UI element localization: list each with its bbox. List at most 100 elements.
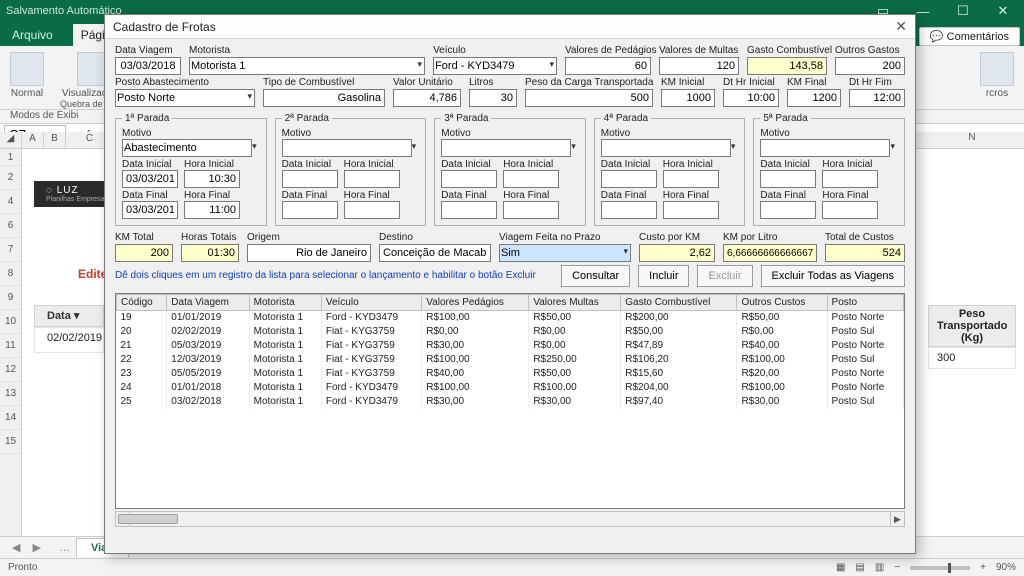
col-N[interactable]: N xyxy=(928,132,1016,143)
grid-header[interactable]: Código xyxy=(117,295,167,311)
row-4[interactable]: 4 xyxy=(0,190,21,214)
inp-pedagios[interactable] xyxy=(565,57,651,75)
inp-data-fim-4[interactable] xyxy=(601,201,657,219)
row-1[interactable]: 1 xyxy=(0,149,21,166)
grid-header[interactable]: Posto xyxy=(827,295,903,311)
table-row[interactable]: 2503/02/2018Motorista 1Ford - KYD3479R$3… xyxy=(117,395,904,409)
tab-nav-ellipsis[interactable]: … xyxy=(53,542,76,554)
inp-litros[interactable] xyxy=(469,89,517,107)
row-15[interactable]: 15 xyxy=(0,430,21,454)
sel-motivo-4[interactable] xyxy=(601,139,731,157)
grid-header[interactable]: Veículo xyxy=(321,295,421,311)
inp-peso-carga[interactable] xyxy=(525,89,653,107)
inp-hora-ini-2[interactable] xyxy=(344,170,400,188)
col-A[interactable]: A xyxy=(22,132,44,148)
zoom-in-icon[interactable]: + xyxy=(980,562,986,573)
grid-header[interactable]: Valores Multas xyxy=(529,295,621,311)
filter-icon[interactable]: ▾ xyxy=(74,310,80,322)
inp-dthr-fim[interactable] xyxy=(849,89,905,107)
inp-multas[interactable] xyxy=(659,57,739,75)
table-row[interactable]: 2401/01/2018Motorista 1Ford - KYD3479R$1… xyxy=(117,381,904,395)
inp-data-viagem[interactable] xyxy=(115,57,181,75)
window-close-icon[interactable]: ✕ xyxy=(988,3,1018,19)
table-row[interactable]: 2002/02/2019Motorista 1Fiat - KYG3759R$0… xyxy=(117,325,904,339)
consultar-button[interactable]: Consultar xyxy=(561,265,630,287)
row-2[interactable]: 2 xyxy=(0,166,21,190)
view-break-icon[interactable]: ▥ xyxy=(875,562,884,573)
inp-hora-ini-3[interactable] xyxy=(503,170,559,188)
scroll-right-icon[interactable]: ▶ xyxy=(890,512,904,526)
inp-origem[interactable] xyxy=(247,244,371,262)
ribbon-macros[interactable]: rcros xyxy=(980,52,1014,99)
scroll-thumb[interactable] xyxy=(118,514,178,524)
inp-custo-km[interactable] xyxy=(639,244,715,262)
inp-hora-ini-1[interactable] xyxy=(184,170,240,188)
sel-veiculo[interactable] xyxy=(433,57,557,75)
inp-hora-fim-5[interactable] xyxy=(822,201,878,219)
grid-header[interactable]: Outros Custos xyxy=(737,295,827,311)
inp-outros[interactable] xyxy=(835,57,905,75)
row-13[interactable]: 13 xyxy=(0,382,21,406)
view-normal-icon[interactable]: ▦ xyxy=(836,562,845,573)
grid-header[interactable]: Data Viagem xyxy=(167,295,249,311)
inp-data-ini-2[interactable] xyxy=(282,170,338,188)
inp-data-ini-1[interactable] xyxy=(122,170,178,188)
inp-data-ini-3[interactable] xyxy=(441,170,497,188)
dialog-titlebar[interactable]: Cadastro de Frotas ✕ xyxy=(105,15,915,39)
menu-arquivo[interactable]: Arquivo xyxy=(4,24,61,46)
table-row[interactable]: 2105/03/2019Motorista 1Fiat - KYG3759R$3… xyxy=(117,339,904,353)
row-8[interactable]: 8 xyxy=(0,262,21,286)
inp-hora-ini-5[interactable] xyxy=(822,170,878,188)
tab-nav-next-icon[interactable]: ▶ xyxy=(26,541,46,554)
sel-motivo-1[interactable] xyxy=(122,139,252,157)
inp-km-ini[interactable] xyxy=(661,89,715,107)
sel-motivo-3[interactable] xyxy=(441,139,571,157)
grid-header[interactable]: Gasto Combustível xyxy=(621,295,737,311)
inp-gasto-comb[interactable] xyxy=(747,57,827,75)
row-9[interactable]: 9 xyxy=(0,286,21,310)
incluir-button[interactable]: Incluir xyxy=(638,265,689,287)
window-maximize-icon[interactable]: ☐ xyxy=(948,3,978,19)
inp-hora-fim-1[interactable] xyxy=(184,201,240,219)
inp-horas-totais[interactable] xyxy=(181,244,239,262)
grid-hscrollbar[interactable]: ◀ ▶ xyxy=(115,511,905,527)
row-10[interactable]: 10 xyxy=(0,310,21,334)
zoom-slider[interactable] xyxy=(910,566,970,570)
row-11[interactable]: 11 xyxy=(0,334,21,358)
row-14[interactable]: 14 xyxy=(0,406,21,430)
dialog-close-icon[interactable]: ✕ xyxy=(895,18,907,35)
zoom-out-icon[interactable]: − xyxy=(894,562,900,573)
excluir-todas-button[interactable]: Excluir Todas as Viagens xyxy=(761,265,906,287)
inp-hora-fim-3[interactable] xyxy=(503,201,559,219)
inp-tipo-comb[interactable] xyxy=(263,89,385,107)
select-all-corner[interactable]: ◢ xyxy=(0,132,22,148)
sel-posto[interactable] xyxy=(115,89,255,107)
grid-header[interactable]: Motorista xyxy=(249,295,321,311)
table-row[interactable]: 1901/01/2019Motorista 1Ford - KYD3479R$1… xyxy=(117,311,904,325)
table-row[interactable]: 2212/03/2019Motorista 1Fiat - KYG3759R$1… xyxy=(117,353,904,367)
sel-motivo-5[interactable] xyxy=(760,139,890,157)
bg-cell-data[interactable]: 02/02/2019 xyxy=(34,327,104,353)
row-7[interactable]: 7 xyxy=(0,238,21,262)
grid-header[interactable]: Valores Pedágios xyxy=(422,295,529,311)
view-page-icon[interactable]: ▤ xyxy=(855,562,864,573)
inp-total-custos[interactable] xyxy=(825,244,905,262)
inp-data-fim-2[interactable] xyxy=(282,201,338,219)
inp-hora-fim-2[interactable] xyxy=(344,201,400,219)
col-B[interactable]: B xyxy=(44,132,66,148)
inp-km-fim[interactable] xyxy=(787,89,841,107)
inp-km-total[interactable] xyxy=(115,244,173,262)
inp-dthr-ini[interactable] xyxy=(723,89,779,107)
inp-km-litro[interactable] xyxy=(723,244,817,262)
sel-no-prazo[interactable] xyxy=(499,244,631,262)
inp-hora-ini-4[interactable] xyxy=(663,170,719,188)
inp-destino[interactable] xyxy=(379,244,491,262)
inp-data-ini-4[interactable] xyxy=(601,170,657,188)
inp-hora-fim-4[interactable] xyxy=(663,201,719,219)
row-12[interactable]: 12 xyxy=(0,358,21,382)
excluir-button[interactable]: Excluir xyxy=(697,265,752,287)
inp-data-fim-5[interactable] xyxy=(760,201,816,219)
bg-cell-peso[interactable]: 300 xyxy=(928,347,1016,369)
comments-button[interactable]: 💬 Comentários xyxy=(919,27,1020,46)
table-row[interactable]: 2305/05/2019Motorista 1Fiat - KYG3759R$4… xyxy=(117,367,904,381)
